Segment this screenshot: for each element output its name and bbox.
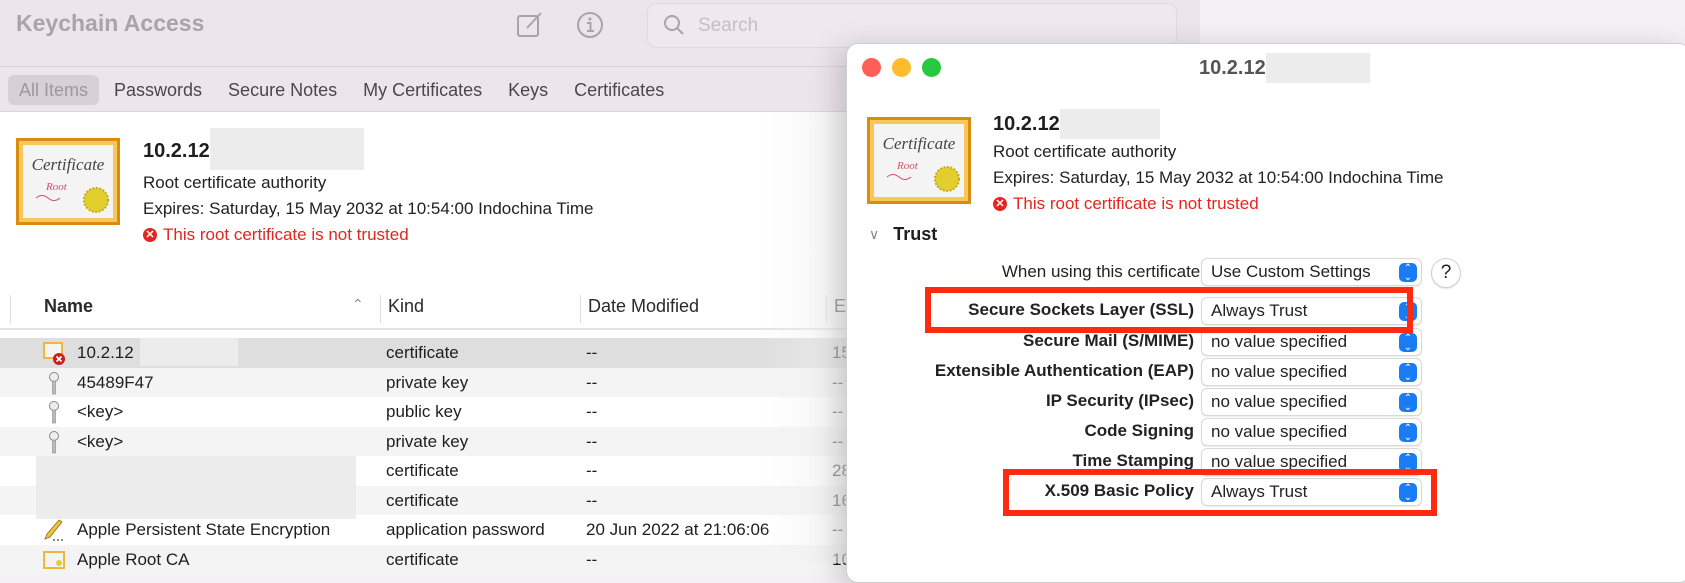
- selected-item-expires: Expires: Saturday, 15 May 2032 at 10:54:…: [143, 199, 594, 218]
- certificate-icon: [42, 548, 66, 572]
- certificate-icon: Certificate Root: [16, 138, 120, 225]
- window-title: 10.2.12: [1199, 53, 1370, 83]
- popup-stepper-icon: ⌃ ⌄: [1399, 333, 1417, 353]
- table-row[interactable]: Apple Persistent State Encryption applic…: [0, 515, 860, 545]
- certificate-warning: ✕ This root certificate is not trusted: [993, 191, 1443, 217]
- certificate-subtitle: Root certificate authority: [993, 142, 1177, 161]
- category-tabs: All Items Passwords Secure Notes My Cert…: [8, 75, 675, 105]
- column-header-date-modified[interactable]: Date Modified: [580, 290, 699, 330]
- svg-text:Certificate: Certificate: [883, 134, 956, 153]
- popup-stepper-icon: ⌃ ⌄: [1399, 393, 1417, 413]
- search-icon: [662, 13, 686, 37]
- trust-setting-row: When using this certificate: Use Custom …: [847, 258, 1685, 290]
- certificate-detail-window: 10.2.12 Certificate Root 10.2.12 Root ce…: [846, 43, 1685, 583]
- column-separator: [10, 295, 11, 323]
- policy-popup-eap[interactable]: no value specified ⌃ ⌄: [1201, 358, 1422, 386]
- redacted-block: [1265, 53, 1370, 83]
- popup-stepper-icon: ⌃ ⌄: [1399, 263, 1417, 283]
- zoom-button[interactable]: [922, 58, 941, 77]
- pencil-icon: [42, 518, 66, 542]
- minimize-button[interactable]: [892, 58, 911, 77]
- policy-row-eap: Extensible Authentication (EAP) no value…: [847, 358, 1685, 388]
- table-header: Name ⌃ Kind Date Modified E: [0, 290, 860, 330]
- column-header-name[interactable]: Name: [36, 290, 93, 330]
- highlight-box-x509: [1003, 469, 1437, 516]
- key-icon: [42, 400, 66, 424]
- popup-stepper-icon: ⌃ ⌄: [1399, 423, 1417, 443]
- error-icon: ✕: [143, 228, 157, 242]
- certificate-expires: Expires: Saturday, 15 May 2032 at 10:54:…: [993, 168, 1444, 187]
- using-certificate-label: When using this certificate:: [1001, 262, 1205, 281]
- certificate-name: 10.2.12: [993, 109, 1443, 139]
- table-row[interactable]: <key> private key -- --: [0, 426, 860, 456]
- redacted-block: [140, 338, 238, 366]
- certificate-icon: Certificate Root: [867, 117, 971, 204]
- table-row[interactable]: Apple Root CA certificate -- 10: [0, 544, 860, 574]
- redacted-block: [209, 128, 364, 170]
- key-icon: [42, 430, 66, 454]
- tab-passwords[interactable]: Passwords: [103, 75, 213, 105]
- table-row[interactable]: 45489F47 private key -- --: [0, 367, 860, 397]
- redacted-block: [36, 456, 356, 519]
- policy-popup-code-signing[interactable]: no value specified ⌃ ⌄: [1201, 418, 1422, 446]
- certificate-untrusted-icon: [42, 341, 66, 365]
- selected-item-warning: ✕ This root certificate is not trusted: [143, 222, 593, 248]
- tab-secure-notes[interactable]: Secure Notes: [217, 75, 348, 105]
- selected-item-subtitle: Root certificate authority: [143, 173, 327, 192]
- selected-item-name: 10.2.12: [143, 128, 593, 170]
- table-row[interactable]: <key> public key -- --: [0, 397, 860, 427]
- popup-stepper-icon: ⌃ ⌄: [1399, 363, 1417, 383]
- search-field[interactable]: [647, 3, 1177, 48]
- redacted-block: [1059, 109, 1160, 139]
- sort-ascending-icon[interactable]: ⌃: [352, 296, 364, 313]
- chevron-down-icon[interactable]: ∨: [869, 226, 879, 243]
- tab-keys[interactable]: Keys: [497, 75, 559, 105]
- column-header-kind[interactable]: Kind: [380, 290, 424, 330]
- info-icon[interactable]: [575, 10, 605, 40]
- policy-row-ipsec: IP Security (IPsec) no value specified ⌃…: [847, 388, 1685, 418]
- error-icon: ✕: [993, 197, 1007, 211]
- certificate-info: 10.2.12 Root certificate authority Expir…: [993, 109, 1443, 217]
- close-button[interactable]: [862, 58, 881, 77]
- app-title: Keychain Access: [16, 10, 205, 36]
- table-row[interactable]: 10.2.12 certificate -- 15: [0, 338, 860, 368]
- tab-certificates[interactable]: Certificates: [563, 75, 675, 105]
- compose-icon[interactable]: [515, 10, 545, 40]
- selected-item-info: 10.2.12 Root certificate authority Expir…: [143, 128, 594, 248]
- policy-row-code-signing: Code Signing no value specified ⌃ ⌄: [847, 418, 1685, 448]
- key-icon: [42, 371, 66, 395]
- policy-popup-ipsec[interactable]: no value specified ⌃ ⌄: [1201, 388, 1422, 416]
- help-button[interactable]: ?: [1431, 258, 1461, 288]
- tab-all-items[interactable]: All Items: [8, 75, 100, 105]
- svg-text:Root: Root: [896, 160, 919, 172]
- trust-setting-popup[interactable]: Use Custom Settings ⌃ ⌄: [1201, 258, 1422, 286]
- search-input[interactable]: [698, 12, 1148, 40]
- tab-my-certificates[interactable]: My Certificates: [352, 75, 493, 105]
- trust-disclosure[interactable]: ∨ Trust: [869, 224, 937, 245]
- svg-text:Certificate: Certificate: [32, 155, 105, 174]
- highlight-box-ssl: [925, 287, 1413, 333]
- svg-text:Root: Root: [45, 181, 68, 193]
- column-header-expires[interactable]: E: [826, 290, 846, 330]
